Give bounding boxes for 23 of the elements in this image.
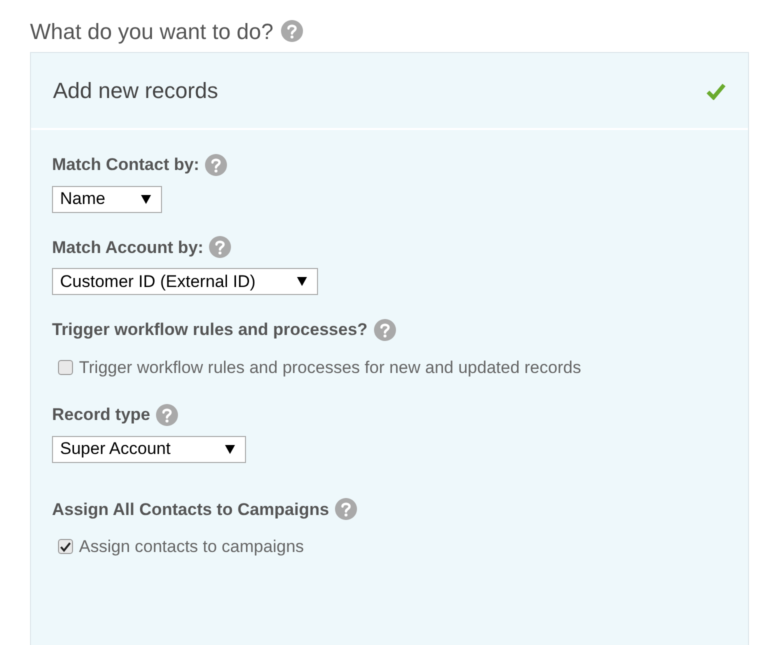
dropdown[interactable]: Super Account	[52, 436, 246, 462]
help-icon[interactable]	[374, 318, 396, 341]
help-icon[interactable]	[281, 20, 304, 42]
checkmark-icon	[706, 82, 726, 100]
dropdown-arrow-icon	[297, 277, 307, 286]
checkbox-label[interactable]: Assign contacts to campaigns	[79, 534, 304, 560]
field-label: Match Contact by:	[52, 154, 200, 176]
dropdown[interactable]: Name	[52, 186, 162, 212]
section-heading: What do you want to do?	[30, 18, 274, 46]
checkbox-label[interactable]: Trigger workflow rules and processes for new and updated records	[79, 354, 582, 380]
checkbox[interactable]	[58, 360, 73, 375]
field-label: Assign All Contacts to Campaigns	[52, 498, 330, 521]
field-label: Record type	[52, 404, 150, 426]
dropdown[interactable]: Customer ID (External ID)	[52, 268, 318, 295]
help-icon[interactable]	[205, 154, 228, 176]
checkbox[interactable]	[58, 539, 73, 554]
help-icon[interactable]	[156, 404, 178, 426]
help-icon[interactable]	[209, 236, 232, 258]
dropdown-arrow-icon	[225, 444, 235, 454]
field-label: Trigger workflow rules and processes?	[52, 319, 368, 341]
field-label: Match Account by:	[52, 236, 204, 258]
dropdown-arrow-icon	[141, 194, 151, 204]
help-icon[interactable]	[335, 498, 358, 520]
